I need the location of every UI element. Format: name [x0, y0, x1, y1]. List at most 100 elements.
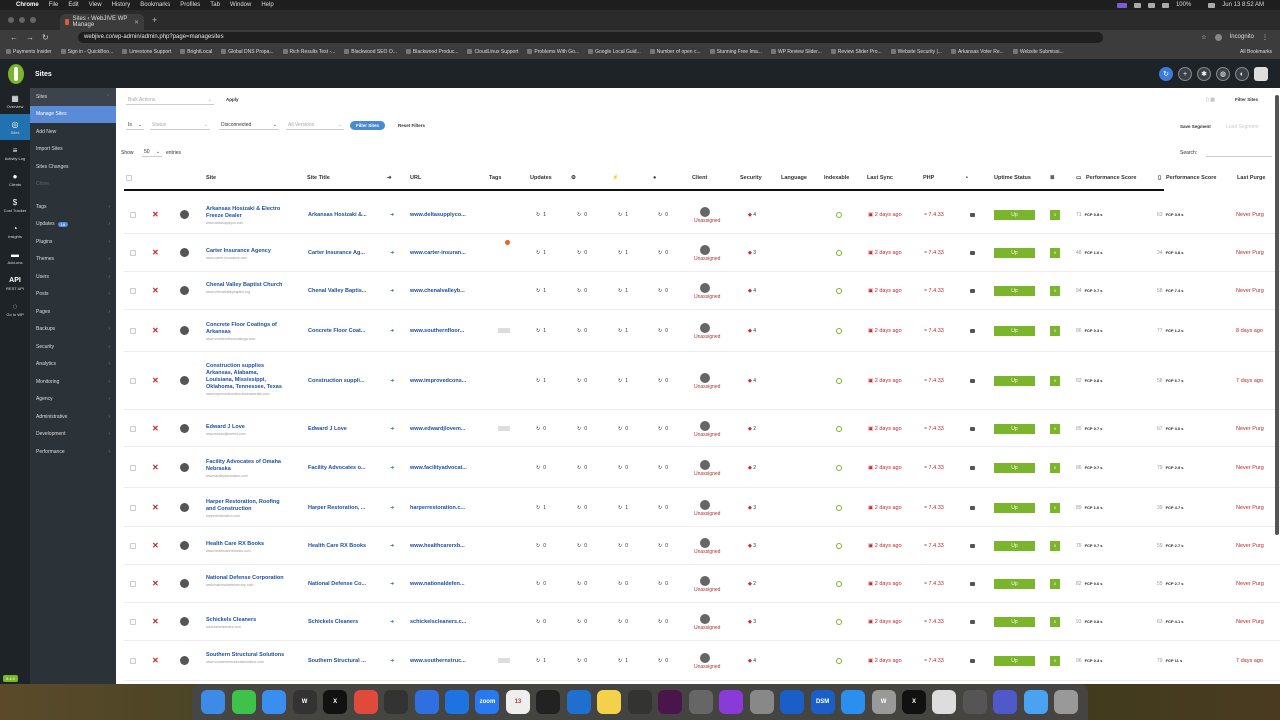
- update-count[interactable]: ↻ 1: [618, 328, 628, 334]
- site-url-link[interactable]: www.southernstruc...: [410, 658, 466, 664]
- update-count[interactable]: ↻ 1: [618, 250, 628, 256]
- wp-core-col-icon[interactable]: ⚙: [571, 175, 576, 181]
- script-icon[interactable]: [932, 690, 957, 714]
- site-name-link[interactable]: Facility Advocates of Omaha Nebraska: [206, 459, 286, 473]
- update-count[interactable]: ↻ 1: [536, 212, 546, 218]
- nav-grid[interactable]: ▦ Overview: [0, 88, 30, 114]
- keychain-icon[interactable]: [688, 690, 713, 714]
- security-cell[interactable]: ◈ 3: [748, 505, 756, 511]
- row-checkbox[interactable]: [130, 250, 136, 256]
- monitor-count-badge[interactable]: 0: [1050, 656, 1060, 666]
- site-name-link[interactable]: Arkansas Hosizaki & Electro Freeze Deale…: [206, 206, 286, 220]
- login-icon[interactable]: ➜: [390, 426, 394, 432]
- performance-desktop[interactable]: 93 FCP 0.8 s: [1076, 619, 1103, 625]
- maximize-window-button[interactable]: [30, 17, 36, 23]
- site-title-link[interactable]: Construction suppli...: [308, 378, 365, 384]
- uptime-status-badge[interactable]: Up: [994, 376, 1035, 386]
- site-url-link[interactable]: www.southernfloor...: [410, 328, 464, 334]
- menu-tab[interactable]: Tab: [210, 2, 220, 8]
- menu-edit[interactable]: Edit: [68, 2, 78, 8]
- login-icon[interactable]: ➜: [390, 619, 394, 625]
- update-count[interactable]: ↻ 0: [536, 619, 546, 625]
- site-url-link[interactable]: www.edwardjlovem...: [410, 426, 465, 432]
- reset-filters-button[interactable]: Reset Filters: [398, 123, 425, 128]
- bookmark-item[interactable]: BrightLocal: [180, 49, 212, 55]
- update-count[interactable]: ↻ 0: [618, 581, 628, 587]
- zoom-icon[interactable]: zoom: [475, 690, 500, 714]
- list-col-icon[interactable]: ≣: [1050, 175, 1055, 181]
- monitor-count-badge[interactable]: 0: [1050, 541, 1060, 551]
- update-count[interactable]: ↻ 0: [658, 288, 668, 294]
- monitor-count-badge[interactable]: 0: [1050, 502, 1060, 513]
- uptime-status-badge[interactable]: Up: [994, 462, 1035, 473]
- security-cell[interactable]: ◈ 3: [748, 543, 756, 549]
- site-title-link[interactable]: National Defense Co...: [308, 581, 366, 587]
- row-checkbox[interactable]: [130, 328, 136, 334]
- site-title-link[interactable]: Concrete Floor Coat...: [308, 328, 365, 334]
- sidebar-item-users[interactable]: Users ›: [30, 268, 116, 286]
- site-title-link[interactable]: Harper Restoration, ...: [308, 505, 365, 511]
- site-name-link[interactable]: Construction supplies Arkansas, Alabama,…: [206, 363, 286, 391]
- rss-icon[interactable]: [384, 690, 409, 714]
- w-app-icon[interactable]: W: [871, 690, 896, 714]
- update-count[interactable]: ↻ 0: [536, 426, 546, 432]
- col-last-sync[interactable]: Last Sync: [867, 175, 893, 181]
- uptime-status-badge[interactable]: Up: [994, 209, 1035, 220]
- update-count[interactable]: ↻ 0: [536, 543, 546, 549]
- nav-api[interactable]: API REST API: [0, 270, 30, 296]
- menu-file[interactable]: File: [49, 2, 59, 8]
- browser-tab[interactable]: Sites ‹ WebJIVE WP Manage ✕: [60, 14, 144, 30]
- monitor-count-badge[interactable]: 0: [1050, 579, 1060, 589]
- bookmark-item[interactable]: Google Local Guid...: [588, 49, 641, 55]
- site-name-link[interactable]: Southern Structural Solutions: [206, 652, 286, 659]
- security-cell[interactable]: ◈ 4: [748, 212, 756, 218]
- menu-history[interactable]: History: [112, 2, 131, 8]
- screenshot-icon[interactable]: [970, 329, 975, 333]
- performance-desktop[interactable]: 48 FCP 1.0 s: [1076, 250, 1103, 256]
- row-checkbox[interactable]: [130, 211, 136, 218]
- update-count[interactable]: ↻ 1: [536, 658, 546, 664]
- screenshot-icon[interactable]: [970, 379, 975, 383]
- performance-desktop[interactable]: 85 FCP 0.7 s: [1076, 426, 1103, 432]
- view-toggle-icon[interactable]: ▯ ▦: [1206, 97, 1215, 103]
- login-icon[interactable]: ➜: [390, 378, 394, 384]
- screenshot-icon[interactable]: [970, 505, 975, 510]
- calendar-icon[interactable]: 13: [505, 690, 530, 714]
- monitor-count-badge[interactable]: 0: [1050, 376, 1060, 386]
- safari-icon[interactable]: [841, 690, 866, 714]
- client-cell[interactable]: Unassigned: [694, 283, 720, 300]
- update-count[interactable]: ↻ 0: [658, 581, 668, 587]
- client-cell[interactable]: Unassigned: [694, 323, 720, 340]
- security-cell[interactable]: ◈ 4: [748, 328, 756, 334]
- site-name-link[interactable]: National Defense Corporation: [206, 575, 286, 582]
- update-count[interactable]: ↻ 0: [577, 505, 587, 511]
- star-icon[interactable]: ☆: [1201, 34, 1206, 41]
- col-last-purge[interactable]: Last Purge: [1237, 175, 1265, 181]
- security-cell[interactable]: ◈ 2: [748, 426, 756, 432]
- sidebar-item-tags[interactable]: Tags ›: [30, 198, 116, 216]
- client-cell[interactable]: Unassigned: [694, 538, 720, 555]
- sidebar-item-backups[interactable]: Backups ›: [30, 321, 116, 339]
- update-count[interactable]: ↻ 1: [618, 212, 628, 218]
- uptime-status-badge[interactable]: Up: [994, 248, 1035, 258]
- site-name-link[interactable]: Concrete Floor Coatings of Arkansas: [206, 322, 286, 336]
- sync-icon[interactable]: ↻: [1159, 67, 1173, 81]
- incognito-label[interactable]: Incognito: [1230, 34, 1254, 40]
- update-count[interactable]: ↻ 0: [658, 250, 668, 256]
- x2-icon[interactable]: X: [902, 690, 927, 714]
- row-checkbox[interactable]: [130, 504, 136, 511]
- performance-desktop[interactable]: 71 FCP 0.8 s: [1076, 212, 1103, 218]
- x-icon[interactable]: X: [323, 690, 348, 714]
- client-cell[interactable]: Unassigned: [694, 245, 720, 262]
- performance-mobile[interactable]: 58 FCP 7.4 s: [1157, 288, 1184, 294]
- performance-mobile[interactable]: 34 FCP 3.8 s: [1157, 250, 1184, 256]
- close-window-button[interactable]: [8, 17, 14, 23]
- select-all-checkbox[interactable]: [126, 175, 132, 181]
- teams-icon[interactable]: [993, 690, 1018, 714]
- bookmark-item[interactable]: CloudLinux Support: [467, 49, 518, 55]
- client-cell[interactable]: Unassigned: [694, 206, 720, 224]
- site-name-link[interactable]: Schickels Cleaners: [206, 617, 286, 624]
- update-count[interactable]: ↻ 0: [577, 378, 587, 384]
- login-icon[interactable]: ➜: [390, 212, 394, 218]
- menu-window[interactable]: Window: [230, 2, 251, 8]
